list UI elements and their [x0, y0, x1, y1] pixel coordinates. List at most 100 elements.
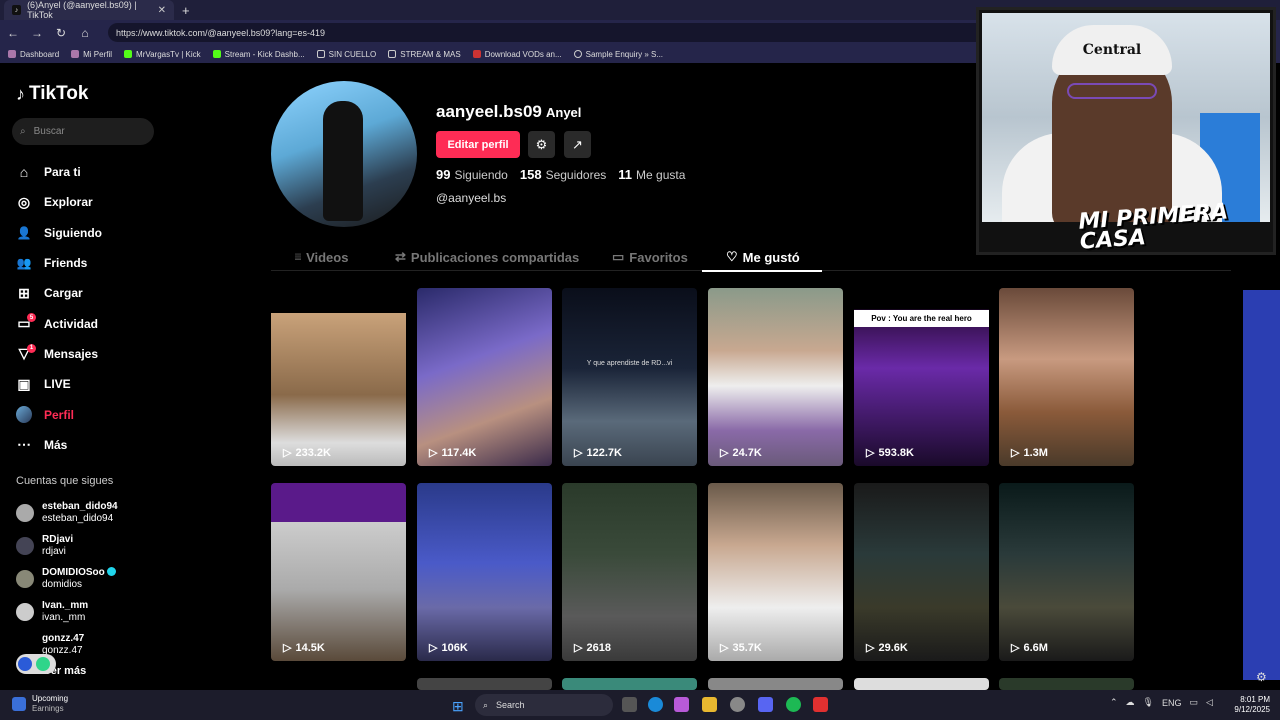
notification-badge: 5 [27, 313, 36, 323]
bookmark-item[interactable]: Mi Perfil [71, 50, 112, 59]
profile-avatar[interactable] [271, 81, 417, 227]
video-card[interactable]: ▷ 29.6K [854, 483, 989, 661]
settings-button[interactable]: ⚙ [528, 131, 555, 158]
gear-icon[interactable]: ⚙ [1256, 670, 1267, 684]
view-count-text: 233.2K [295, 446, 331, 459]
gear-icon: ⚙ [535, 136, 548, 152]
browser-tab[interactable]: ♪ (6)Anyel (@aanyeel.bs09) | TikTok ✕ [4, 0, 174, 20]
taskbar-search[interactable]: ⌕ Search [475, 694, 613, 716]
tiktok-note-icon: ♪ [16, 83, 25, 104]
video-card[interactable]: ▷ 233.2K [271, 288, 406, 466]
nav-label: Perfil [44, 407, 75, 422]
following-account[interactable]: DOMIDIOSoo domidios [16, 562, 166, 595]
copilot-icon[interactable] [674, 697, 689, 712]
home-button[interactable]: ⌂ [78, 26, 92, 40]
share-button[interactable]: ↗ [564, 131, 591, 158]
play-icon: ▷ [283, 447, 292, 459]
bookmark-item[interactable]: Dashboard [8, 50, 59, 59]
monitor-icon[interactable]: ▭ [1190, 697, 1199, 708]
chrome-icon[interactable] [730, 697, 745, 712]
close-tab-icon[interactable]: ✕ [158, 5, 166, 16]
edge-icon[interactable] [648, 697, 663, 712]
video-card[interactable] [999, 678, 1134, 690]
following-account[interactable]: esteban_dido94 esteban_dido94 [16, 496, 166, 529]
play-icon: ▷ [283, 642, 292, 654]
view-count-text: 1.3M [1023, 446, 1048, 459]
widgets-button[interactable]: Upcoming Earnings [12, 694, 68, 714]
bookmark-item[interactable]: Sample Enquiry » S... [573, 50, 663, 59]
nav-item-siguiendo[interactable]: 👤 Siguiendo [16, 218, 166, 248]
video-card[interactable] [854, 678, 989, 690]
account-name: ivan._mm [42, 611, 86, 623]
spotify-icon[interactable] [786, 697, 801, 712]
video-card[interactable]: Pov : You are the real hero ▷ 593.8K [854, 288, 989, 466]
heart-icon: ♡ [726, 249, 738, 264]
video-card[interactable]: ▷ 35.7K [708, 483, 843, 661]
tab-favorites[interactable]: ▭ Favoritos [612, 243, 688, 271]
nav-item-actividad[interactable]: ▭ 5 Actividad [16, 308, 166, 338]
obs-icon[interactable] [813, 697, 828, 712]
following-count: 99 [436, 167, 451, 182]
nav-item-perfil[interactable]: Perfil [16, 399, 166, 429]
tab-videos[interactable]: ⦙⦙⦙ Videos [295, 243, 348, 271]
main-nav: ⌂ Para ti ◎ Explorar 👤 Siguiendo 👥 Friends ⊞… [16, 157, 166, 460]
video-card[interactable]: ▷ 106K [417, 483, 552, 661]
video-card[interactable]: Y que aprendiste de RD...vi ▷ 122.7K [562, 288, 697, 466]
video-card[interactable] [708, 678, 843, 690]
discord-icon[interactable] [758, 697, 773, 712]
edit-profile-button[interactable]: Editar perfil [436, 131, 520, 158]
video-card[interactable]: ▷ 14.5K [271, 483, 406, 661]
followers-stat[interactable]: 158 Seguidores [520, 167, 606, 182]
video-card[interactable] [417, 678, 552, 690]
video-card[interactable]: ▷ 2618 [562, 483, 697, 661]
nav-item-para-ti[interactable]: ⌂ Para ti [16, 157, 166, 187]
search-input[interactable]: ⌕ Buscar [12, 118, 154, 145]
nav-item-mensajes[interactable]: ▽ 1 Mensajes [16, 339, 166, 369]
video-card[interactable]: ▷ 1.3M [999, 288, 1134, 466]
back-button[interactable]: ← [6, 26, 20, 40]
search-icon: ⌕ [20, 126, 26, 137]
tab-shared-posts[interactable]: ⇄ Publicaciones compartidas [395, 243, 579, 271]
new-tab-button[interactable]: + [182, 3, 190, 18]
bookmark-icon [212, 50, 221, 58]
nav-item-live[interactable]: ▣ LIVE [16, 369, 166, 399]
windows-start-icon[interactable]: ⊞ [452, 698, 464, 715]
bookmark-label: SIN CUELLO [328, 49, 377, 59]
following-stat[interactable]: 99 Siguiendo [436, 167, 508, 182]
tab-label: Videos [306, 249, 349, 265]
tab-liked[interactable]: ♡ Me gustó [702, 243, 822, 272]
file-explorer-icon[interactable] [702, 697, 717, 712]
following-account[interactable]: Ivan._mm ivan._mm [16, 595, 166, 628]
followers-count: 158 [519, 167, 542, 182]
bookmark-item[interactable]: Stream - Kick Dashb... [212, 50, 305, 59]
video-card[interactable]: ▷ 117.4K [417, 288, 552, 466]
following-account[interactable]: RDjavi rdjavi [16, 529, 166, 562]
bookmark-icon [472, 50, 481, 58]
view-count: ▷ 1.3M [1011, 446, 1048, 460]
clock-date: 9/12/2025 [1234, 705, 1270, 714]
forward-button[interactable]: → [30, 26, 44, 40]
url-field[interactable]: https://www.tiktok.com/@aanyeel.bs09?lan… [108, 23, 988, 42]
chevron-up-icon[interactable]: ⌃ [1110, 697, 1118, 708]
volume-icon[interactable]: ◁ [1206, 697, 1213, 708]
nav-item-explorar[interactable]: ◎ Explorar [16, 187, 166, 217]
video-card[interactable]: ▷ 24.7K [708, 288, 843, 466]
stream-caption: MI PRIMERA CASA [1077, 199, 1229, 255]
nav-item-cargar[interactable]: ⊞ Cargar [16, 278, 166, 308]
cloud-icon[interactable]: ☁ [1126, 697, 1135, 708]
microphone-icon[interactable]: 🎙 [1143, 697, 1154, 708]
bookmark-item[interactable]: SIN CUELLO [316, 49, 377, 59]
bookmark-item[interactable]: MrVargasTv | Kick [124, 50, 201, 59]
video-card[interactable]: ▷ 6.6M [999, 483, 1134, 661]
nav-item-friends[interactable]: 👥 Friends [16, 248, 166, 278]
nav-item-mas[interactable]: ⋯ Más [16, 430, 166, 460]
task-view-icon[interactable] [622, 697, 637, 712]
taskbar-clock[interactable]: 8:01 PM 9/12/2025 [1230, 695, 1270, 715]
bookmark-item[interactable]: Download VODs an... [472, 50, 562, 59]
bookmark-item[interactable]: STREAM & MAS [388, 50, 461, 59]
tiktok-logo[interactable]: ♪ TikTok [16, 83, 88, 105]
reload-button[interactable]: ↻ [54, 26, 68, 40]
video-card[interactable] [562, 678, 697, 690]
language-indicator[interactable]: ENG [1162, 698, 1182, 708]
floating-widget[interactable] [16, 654, 56, 674]
